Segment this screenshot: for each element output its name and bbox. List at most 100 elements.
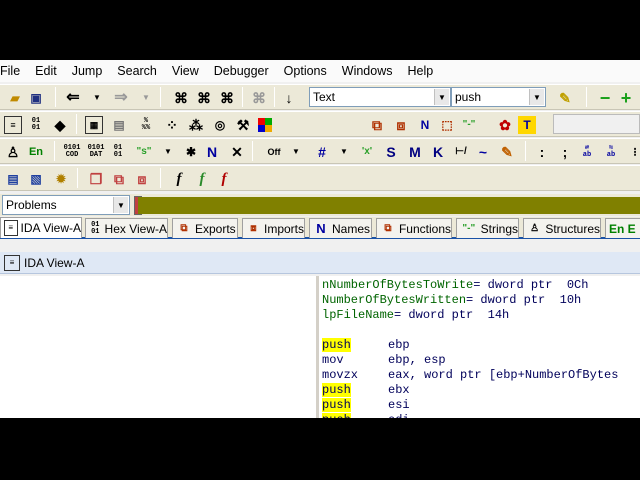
cpu-icon[interactable]: ▤ (110, 116, 128, 134)
tab-functions[interactable]: ⧉ Functions (376, 218, 452, 238)
menu-windows[interactable]: Windows (335, 64, 401, 78)
tab-strings[interactable]: "-" Strings (456, 218, 519, 238)
tab-exports[interactable]: ⧉ Exports (172, 218, 238, 238)
tab-structures[interactable]: ♙ Structures (523, 218, 601, 238)
jump-down-icon[interactable]: ↓ (280, 89, 298, 107)
binoculars-text-icon[interactable]: ⌘ (195, 89, 213, 107)
stack-K-icon[interactable]: K (429, 143, 447, 161)
code-icon[interactable]: 0101 COD (62, 142, 82, 162)
problems-combo[interactable]: Problems ▼ (2, 195, 130, 215)
names-icon[interactable]: N (416, 116, 434, 134)
chevron-down-icon[interactable]: ▼ (434, 89, 449, 105)
gear-icon[interactable]: ✹ (52, 170, 70, 188)
string-icon[interactable]: "-" (460, 116, 478, 134)
bitwise-not-icon[interactable]: ~ (474, 143, 492, 161)
person-icon[interactable]: ♙ (4, 143, 22, 161)
percent-icon[interactable]: %%% (137, 116, 155, 134)
wrench-icon[interactable]: ⚒ (234, 116, 252, 134)
offset-dropdown-icon[interactable]: ▼ (287, 143, 305, 161)
pencil-icon[interactable]: ✎ (498, 143, 516, 161)
byte-icon[interactable]: 01 01 (109, 142, 127, 162)
graph-icon[interactable]: ⁘ (163, 116, 181, 134)
diamond-icon[interactable]: ◆ (51, 116, 69, 134)
window-arrange-icon[interactable]: ⧈ (133, 170, 151, 188)
string-literal-icon[interactable]: "s" (135, 143, 153, 161)
menu-edit[interactable]: Edit (28, 64, 65, 78)
tab-imports[interactable]: ⧈ Imports (242, 218, 305, 238)
menu-search[interactable]: Search (110, 64, 165, 78)
tab-enums[interactable]: En E (605, 218, 640, 238)
tab-names[interactable]: N Names (309, 218, 372, 238)
debug-icon[interactable]: ◎ (211, 116, 229, 134)
chevron-down-icon[interactable]: ▼ (529, 89, 544, 105)
instruction-line[interactable]: push esi (322, 398, 640, 413)
color-palette-icon[interactable] (256, 116, 274, 134)
chevron-down-icon[interactable]: ▼ (113, 197, 128, 213)
segment-type-combo[interactable]: Text ▼ (309, 87, 451, 107)
insert-line-icon[interactable]: ⇄ ab (578, 143, 596, 161)
menu-help[interactable]: Help (400, 64, 441, 78)
instruction-line[interactable]: push ebx (322, 383, 640, 398)
toolbar-empty-combo[interactable] (553, 114, 640, 134)
struct-icon[interactable]: ⧉ (368, 116, 386, 134)
menu-view[interactable]: View (165, 64, 207, 78)
text-T-icon[interactable]: T (518, 116, 536, 134)
rename-icon[interactable]: ⬚ (438, 116, 456, 134)
back-dropdown-icon[interactable]: ▼ (88, 89, 106, 107)
data-icon[interactable]: 0101 DAT (86, 142, 106, 162)
number-dropdown-icon[interactable]: ▼ (335, 143, 353, 161)
instruction-line[interactable]: movzx eax, word ptr [ebp+NumberOfBytes (322, 368, 640, 383)
negate-icon[interactable]: ⊢/ (452, 143, 470, 161)
menu-options[interactable]: Options (277, 64, 335, 78)
comment-colon-icon[interactable]: : (533, 143, 551, 161)
open-folder-icon[interactable]: ▰ (6, 89, 24, 107)
function-icon[interactable]: f (170, 170, 188, 188)
binoculars-binary-icon[interactable]: ⌘ (218, 89, 236, 107)
flowchart-icon[interactable]: ⁂ (187, 116, 205, 134)
window-cascade-icon[interactable]: ❐ (87, 170, 105, 188)
array-icon[interactable]: ✱ (182, 143, 200, 161)
enum-icon[interactable]: ⧈ (392, 116, 410, 134)
en-icon[interactable]: En (27, 143, 45, 161)
menu-file[interactable]: File (0, 64, 28, 78)
list-icon[interactable]: ≡ (4, 116, 22, 134)
more-icon[interactable]: ⁝ (626, 143, 640, 161)
search-combo[interactable]: push ▼ (451, 87, 546, 107)
comment-semicolon-icon[interactable]: ; (556, 143, 574, 161)
instruction-line[interactable]: mov ebp, esp (322, 353, 640, 368)
forward-arrow-icon[interactable]: ⇒ (112, 89, 130, 107)
plus-icon[interactable]: + (617, 89, 635, 107)
calculator-icon[interactable]: ▦ (85, 116, 103, 134)
binoculars-icon[interactable]: ⌘ (172, 89, 190, 107)
hex-icon[interactable]: 01 01 (27, 116, 45, 134)
function-end-icon[interactable]: f (215, 170, 233, 188)
instruction-line[interactable]: push ebp (322, 338, 640, 353)
undefine-icon[interactable]: ✕ (228, 143, 246, 161)
minus-icon[interactable]: − (596, 89, 614, 107)
back-arrow-icon[interactable]: ⇐ (64, 89, 82, 107)
calc-icon[interactable]: ▤ (4, 170, 22, 188)
forward-dropdown-icon[interactable]: ▼ (137, 89, 155, 107)
menu-debugger[interactable]: Debugger (207, 64, 277, 78)
function-edit-icon[interactable]: f (193, 170, 211, 188)
navigation-band[interactable] (138, 197, 640, 214)
save-disk-icon[interactable]: ▣ (27, 89, 45, 107)
disassembly-view[interactable]: nNumberOfBytesToWrite= dword ptr 0Ch Num… (319, 276, 640, 418)
segment-S-icon[interactable]: S (382, 143, 400, 161)
string-dropdown-icon[interactable]: ▼ (159, 143, 177, 161)
menu-jump[interactable]: Jump (65, 64, 111, 78)
enum-M-icon[interactable]: M (406, 143, 424, 161)
window-tile-icon[interactable]: ⧉ (110, 170, 128, 188)
name-N-icon[interactable]: N (203, 143, 221, 161)
char-icon[interactable]: 'x' (358, 143, 376, 161)
binoculars-next-icon[interactable]: ⌘ (250, 89, 268, 107)
offset-icon[interactable]: Off (263, 143, 285, 161)
brush-icon[interactable]: ✎ (556, 89, 574, 107)
tab-ida-view-a[interactable]: ≡ IDA View-A (0, 217, 82, 238)
number-hash-icon[interactable]: # (313, 143, 331, 161)
tab-hex-view-a[interactable]: 01 01 Hex View-A (85, 218, 168, 238)
graph-view-icon[interactable]: ▧ (27, 170, 45, 188)
breakpoint-icon[interactable]: ✿ (496, 116, 514, 134)
instruction-line[interactable]: push edi (322, 413, 640, 418)
delete-line-icon[interactable]: ⇋ ab (602, 143, 620, 161)
